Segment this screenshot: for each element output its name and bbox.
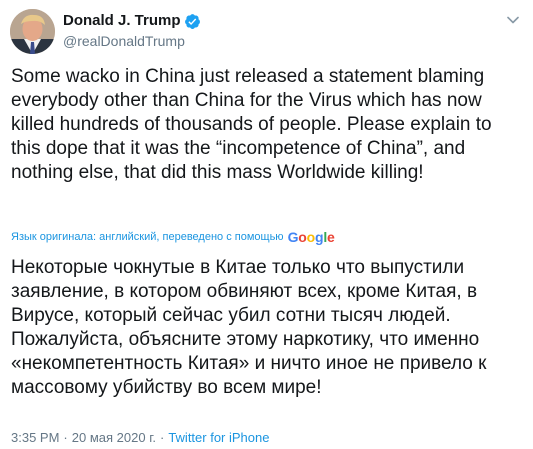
author-block[interactable]: Donald J. Trump @realDonaldTrump [63,11,201,50]
tweet-meta: 3:35 PM · 20 мая 2020 г. · Twitter for iPhon… [11,430,269,446]
tweet-text: Some wacko in China just released a stat… [11,66,492,183]
name-row: Donald J. Trump [63,11,201,31]
translated-text: Некоторые чокнутые в Китае только что вы… [11,257,487,398]
meta-separator: · [159,430,165,445]
tweet-date[interactable]: 20 мая 2020 г. [72,430,156,445]
avatar[interactable] [10,9,55,54]
tweet-time[interactable]: 3:35 PM [11,430,59,445]
google-logo: Google [287,229,335,245]
tweet-source-link[interactable]: Twitter for iPhone [168,430,269,445]
translation-attribution[interactable]: Язык оригинала: английский, переведено с… [11,229,335,245]
author-display-name[interactable]: Donald J. Trump [63,11,181,31]
verified-badge-icon [184,13,201,30]
translation-label: Язык оригинала: английский, переведено с… [11,231,284,243]
author-handle[interactable]: @realDonaldTrump [63,32,201,50]
avatar-image [10,9,55,54]
chevron-down-icon[interactable] [505,12,521,28]
tweet-card: Donald J. Trump @realDonaldTrump Some wa… [0,0,533,449]
meta-separator: · [63,430,68,445]
